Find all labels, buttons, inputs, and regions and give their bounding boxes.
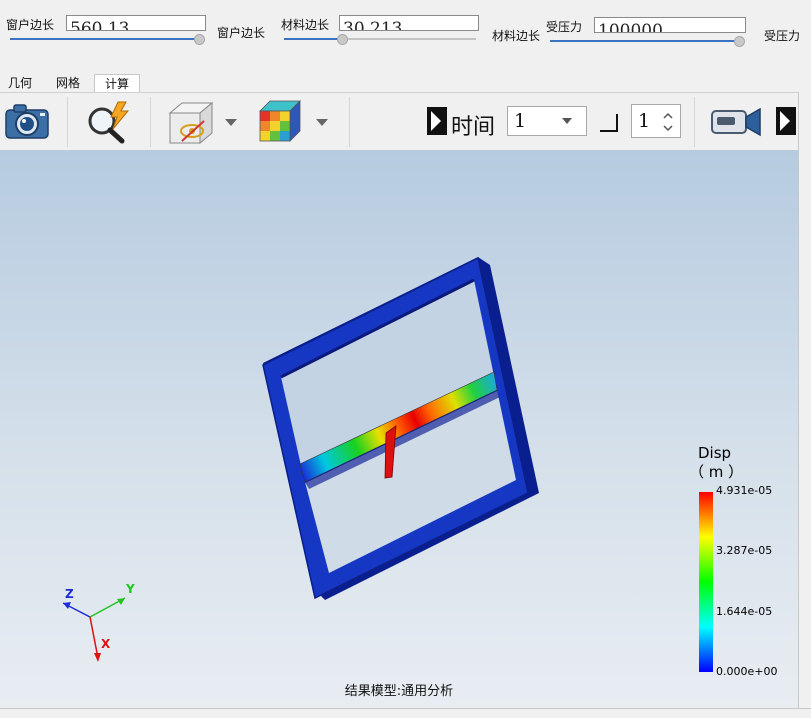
material-size-label: 材料边长 bbox=[281, 18, 330, 32]
toolbar-separator bbox=[150, 97, 151, 147]
step-spinbox[interactable]: 1 bbox=[631, 104, 681, 138]
toolbar-separator bbox=[349, 97, 350, 147]
legend-tick: 1.644e-05 bbox=[716, 605, 773, 618]
chevron-down-icon bbox=[562, 118, 572, 124]
hide-cube-icon[interactable] bbox=[166, 99, 214, 145]
toolbar-overflow-icon[interactable] bbox=[427, 107, 447, 135]
search-flash-icon[interactable] bbox=[84, 99, 134, 145]
toolbar-separator bbox=[67, 97, 68, 147]
toolbar: 时间 1 1 bbox=[0, 92, 798, 151]
window-size-label: 窗户边长 bbox=[6, 18, 55, 32]
material-size-slider-fill bbox=[284, 38, 340, 40]
tab-mesh[interactable]: 网格 bbox=[50, 74, 86, 92]
camera-icon[interactable] bbox=[4, 101, 50, 141]
time-label: 时间 bbox=[451, 115, 496, 140]
material-size-label-2: 材料边长 bbox=[492, 29, 541, 43]
axis-x-label: X bbox=[101, 637, 111, 651]
pressure-label-2: 受压力 bbox=[764, 29, 801, 43]
axis-y-label: Y bbox=[126, 582, 135, 596]
status-text: 结果模型:通用分析 bbox=[344, 684, 454, 699]
hide-dropdown-arrow[interactable] bbox=[225, 119, 237, 126]
time-select-value: 1 bbox=[514, 110, 527, 132]
step-value: 1 bbox=[638, 110, 651, 132]
color-cube-icon[interactable] bbox=[258, 99, 304, 143]
tab-geometry[interactable]: 几何 bbox=[4, 74, 36, 92]
material-size-slider[interactable] bbox=[340, 38, 476, 40]
tab-compute[interactable]: 计算 bbox=[94, 74, 140, 93]
legend-title: Disp bbox=[698, 444, 732, 462]
color-dropdown-arrow[interactable] bbox=[316, 119, 328, 126]
spin-arrows-icon[interactable] bbox=[662, 111, 674, 133]
pressure-slider-knob[interactable] bbox=[734, 36, 745, 47]
checkbox-icon[interactable] bbox=[598, 111, 620, 133]
window-size-input[interactable]: 560.13 bbox=[66, 15, 206, 31]
legend-tick: 0.000e+00 bbox=[716, 665, 778, 678]
right-panel-edge bbox=[798, 92, 811, 708]
video-camera-icon[interactable] bbox=[710, 105, 762, 137]
window-size-slider-knob[interactable] bbox=[194, 34, 205, 45]
legend-color-bar bbox=[699, 492, 713, 672]
axis-triad bbox=[62, 597, 126, 662]
legend-tick: 4.931e-05 bbox=[716, 484, 773, 497]
axis-z-label: Z bbox=[65, 587, 74, 601]
legend-unit: （ m ） bbox=[689, 463, 744, 481]
material-size-slider-knob[interactable] bbox=[337, 34, 348, 45]
legend-tick: 3.287e-05 bbox=[716, 544, 773, 557]
toolbar-separator bbox=[694, 97, 695, 147]
material-size-input[interactable]: 30.213 bbox=[339, 15, 479, 31]
fem-model bbox=[62, 256, 713, 672]
window-size-label-2: 窗户边长 bbox=[217, 26, 266, 40]
viewport-3d[interactable]: Y Z X Disp （ m ） 4.931e-05 3.287e-05 1.6… bbox=[0, 150, 798, 708]
time-select[interactable]: 1 bbox=[507, 106, 587, 136]
pressure-label: 受压力 bbox=[546, 20, 583, 34]
pressure-input[interactable]: 100000 bbox=[594, 17, 746, 33]
pressure-slider[interactable] bbox=[550, 40, 740, 42]
window-size-slider[interactable] bbox=[10, 38, 200, 40]
toolbar-overflow-icon[interactable] bbox=[776, 107, 796, 135]
